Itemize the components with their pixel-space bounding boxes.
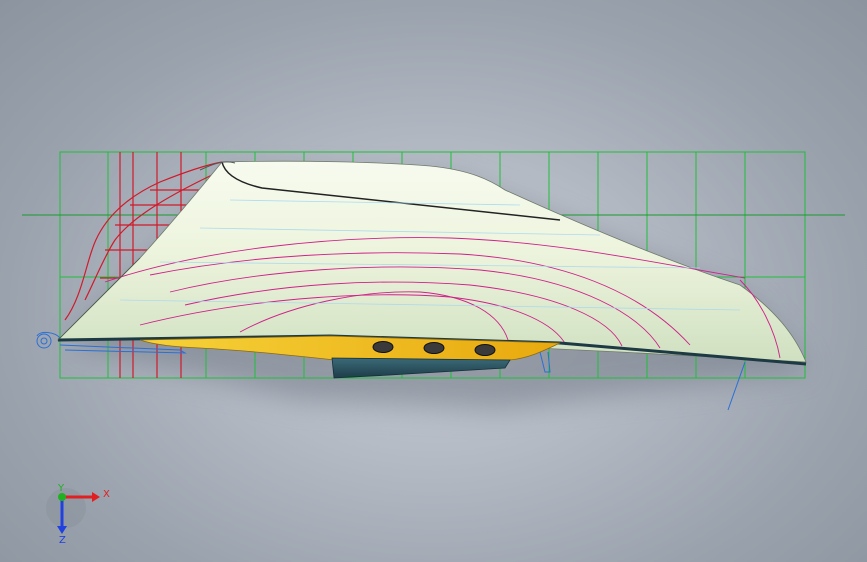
x-axis-label: X — [103, 489, 110, 500]
y-axis-dot — [58, 493, 66, 501]
z-axis-arrowhead — [57, 526, 67, 534]
triad-shadow — [46, 488, 86, 528]
y-axis-label: Y — [57, 483, 65, 494]
coordinate-triad: X Y Z — [46, 483, 110, 546]
cad-viewport[interactable]: X Y Z — [0, 0, 867, 562]
z-axis-label: Z — [59, 535, 66, 546]
x-axis-arrowhead — [92, 492, 100, 502]
